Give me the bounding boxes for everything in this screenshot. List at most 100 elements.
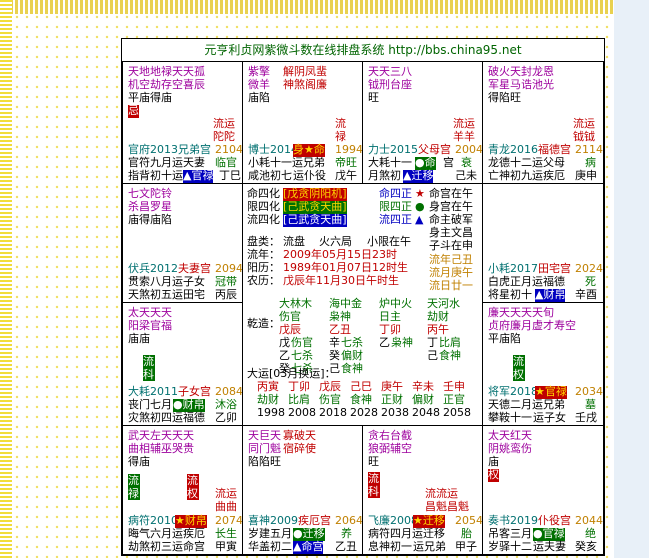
ming-sihua-label: 命四化 — [247, 187, 280, 200]
qianzao-label: 乾造： — [247, 317, 280, 330]
ganzhi: 己未 — [455, 169, 477, 182]
shishen-day: 日主 — [379, 310, 401, 323]
stars-line1: 紫擎 — [248, 65, 270, 78]
stars-line1: 天天三八 — [368, 65, 412, 78]
liuyun-label: 流运 — [573, 117, 595, 130]
ming-sihua: [戊贪阴阳机] — [283, 187, 347, 201]
nayin-year: 大林木 — [279, 297, 312, 310]
xian-sihua-label: 限四化 — [247, 200, 280, 213]
chart-frame: 元亨利贞网紫微斗数在线排盘系统 http://bbs.china95.net 天… — [121, 38, 605, 556]
brightness: 平庙得庙 — [128, 91, 172, 104]
palace-zi: 贪右台截 狼弼辅空 旺 流科 流权 流流运 昌魁昌魁 飞廉2008 ★迁移 20… — [362, 425, 483, 555]
dayun-ganzhi: 己巳 — [350, 380, 372, 393]
yangli: 1989年01月07日12时生 — [283, 261, 408, 274]
stars-line2: 军星马诰池光 — [488, 78, 554, 91]
ming-gong: 命宫在午 — [429, 187, 473, 200]
nayin-day: 炉中火 — [379, 297, 412, 310]
stars-line1: 天地地禄天天孤 — [128, 65, 205, 78]
minor-stars2: 神煞阁廉 — [283, 78, 327, 91]
hidden-ss-8: 比肩 — [439, 336, 461, 349]
hidden-ss-7: 枭神 — [391, 336, 413, 349]
palace-name: 子女宫 — [178, 385, 211, 398]
nongli-label: 农历： — [247, 274, 280, 287]
liunian: 2009年05月15日23时 — [283, 248, 397, 261]
stars-line2: 同门魁 — [248, 442, 281, 455]
hidden-ss-5: 偏财 — [341, 349, 363, 362]
minor-stars1: 寡破天 — [283, 429, 316, 442]
line1-status: 衰 — [461, 156, 472, 169]
dayun-year: 2018 — [319, 406, 347, 419]
line1-status: 沐浴 — [215, 398, 237, 411]
brightness: 庙得庙陷 — [128, 213, 172, 226]
ganzhi: 壬戌 — [575, 411, 597, 424]
liuyun-label: 流流运 — [425, 487, 458, 500]
palace-name: 夫妻宫 — [178, 262, 211, 275]
hidden-ss-4: 七杀 — [341, 336, 363, 349]
xian-sizheng-mark: ● — [415, 200, 425, 213]
line1: 晦气六月运疾厄 — [128, 527, 205, 540]
line1-status: 冠带 — [215, 275, 237, 288]
line2-palace: 运兄弟 — [413, 540, 446, 553]
stars-line2: 贞府廉月虚才寿空 — [488, 319, 576, 332]
stars-line2: 机空劫存空喜辰 — [128, 78, 205, 91]
liuyue-gz: 流月庚午 — [429, 266, 473, 279]
ganzhi: 甲子 — [455, 540, 477, 553]
dayun-ganzhi: 庚午 — [381, 380, 403, 393]
line2: 月煞初 — [368, 169, 401, 182]
palace-badge: ●迁移 — [293, 527, 325, 541]
year-line: 官府2013兄弟宫 — [128, 143, 211, 156]
liu-quan-badge: 流权 — [187, 474, 199, 500]
year-line: 青龙2016 — [488, 143, 538, 156]
ganzhi: 庚申 — [575, 169, 597, 182]
age-year: 1994 — [335, 143, 363, 156]
shishen-month: 枭神 — [329, 310, 351, 323]
shen-zhu: 身主文昌 — [429, 226, 473, 239]
age-year: 2104 — [215, 143, 243, 156]
liu-sihua: [己武贪天曲] — [283, 213, 347, 227]
hidden-ss-2: 七杀 — [291, 349, 313, 362]
palace-name: 父母宫 — [418, 143, 451, 156]
palace-name: 疾厄宫 — [298, 514, 331, 527]
hidden-stem-5: 癸 — [329, 349, 340, 362]
stars-line2: 阴姚鸾伤 — [488, 442, 532, 455]
ganzhi: 丙辰 — [215, 288, 237, 301]
stars-line2: 钺刑台座 — [368, 78, 412, 91]
dayun-ganzhi: 戊辰 — [319, 380, 341, 393]
stars-line1: 太天红天 — [488, 429, 532, 442]
year-line: 力士2015 — [368, 143, 418, 156]
line1: 官符九月运天妻 — [128, 156, 205, 169]
line2: 岁驿十二 — [488, 540, 532, 553]
dayun-year: 2028 — [350, 406, 378, 419]
nayin-hour: 天河水 — [427, 297, 460, 310]
liu-ke-badge: 流科 — [368, 472, 380, 498]
line2: 华盖初二 — [248, 540, 292, 553]
ganzhi: 乙丑 — [335, 540, 357, 553]
line2: 指背初十运 — [128, 169, 183, 182]
year-line: 大耗2011 — [128, 385, 178, 398]
line1-status: 死 — [585, 275, 596, 288]
liuyun-stars: 钺钺 — [573, 130, 595, 143]
dayun-shishen: 伤官 — [319, 393, 341, 406]
age-year: 2034 — [575, 385, 603, 398]
hidden-stem-2: 乙 — [279, 349, 290, 362]
year-line: 伏兵2012 — [128, 262, 178, 275]
year-line: 博士2014 — [248, 143, 298, 156]
palace-badge: ▲财帛 — [535, 288, 566, 302]
stars-line2: 杀昌罗星 — [128, 200, 172, 213]
brightness: 平庙陷 — [488, 332, 521, 345]
year-line: 小耗2017 — [488, 262, 538, 275]
line2: 咸池初七 — [248, 169, 292, 182]
xian-sihua: [己武贪天曲] — [283, 200, 347, 214]
palace-yin: 武天左天天天 曲相辅巫哭贵 得庙 流禄 流权 流运 曲曲 病符2010 ★财帛 … — [122, 425, 243, 555]
dayun-shishen: 偏财 — [412, 393, 434, 406]
palace-badge: ●命 — [415, 156, 436, 170]
ganzhi: 乙卯 — [215, 411, 237, 424]
liu-quan-badge: 流权 — [513, 355, 525, 381]
dayun-ganzhi: 壬申 — [443, 380, 465, 393]
dayun-year: 2008 — [288, 406, 316, 419]
xian-sizheng-label: 限四正 — [379, 200, 412, 213]
line1-status: 临官 — [215, 156, 237, 169]
stars-line2: 狼弼辅空 — [368, 442, 412, 455]
ming-sizheng-mark: ★ — [415, 187, 425, 200]
palace-wu: 紫擎 微羊 解阴凤蜚 神煞阁廉 庙陷 流 禄 博士2014 身★命 1994 小… — [242, 61, 363, 184]
